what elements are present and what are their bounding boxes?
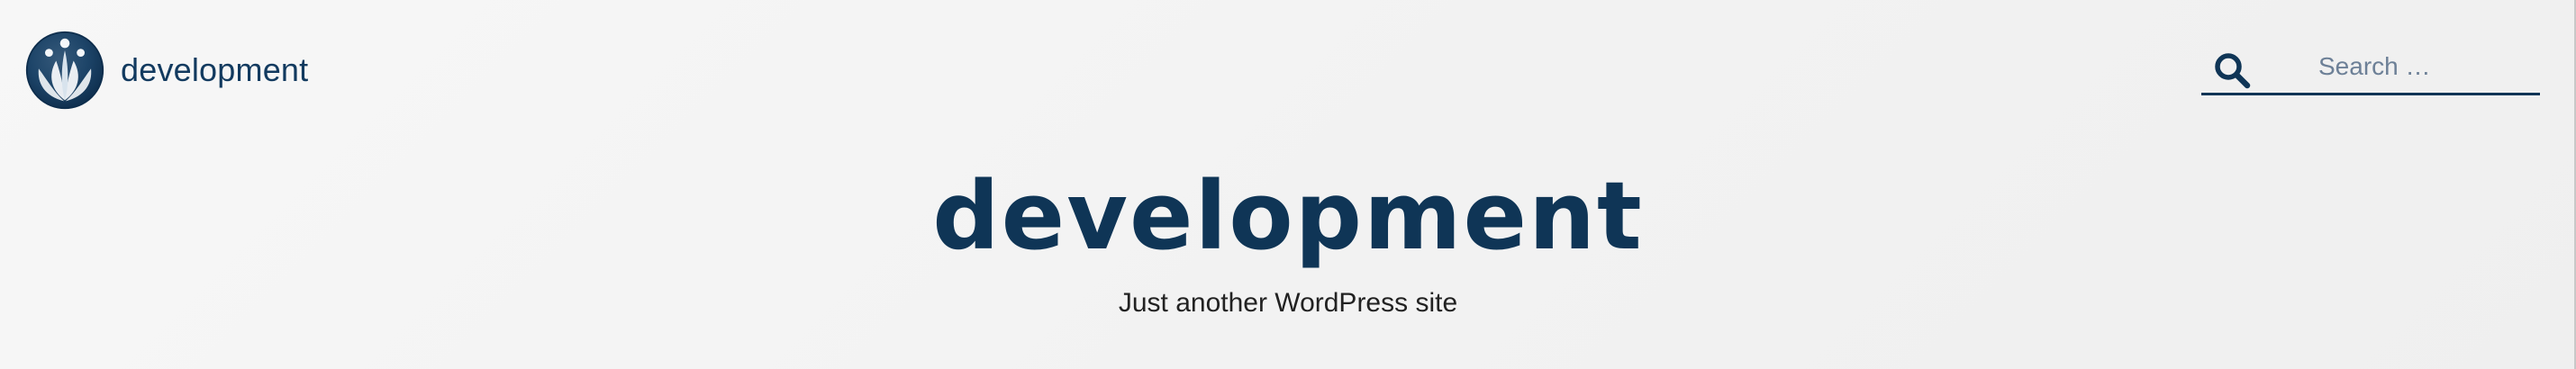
site-tagline: Just another WordPress site <box>1118 288 1458 319</box>
site-header: development <box>0 0 2576 140</box>
search-form <box>2201 43 2540 95</box>
site-branding-link[interactable]: development <box>25 31 308 110</box>
site-heading: development <box>932 161 1644 271</box>
site-hero: development Just another WordPress site <box>0 161 2576 320</box>
search-icon[interactable] <box>2212 50 2252 90</box>
search-input[interactable] <box>2318 49 2526 85</box>
lotus-logo-icon <box>25 31 104 110</box>
site-title-link[interactable]: development <box>121 54 308 86</box>
